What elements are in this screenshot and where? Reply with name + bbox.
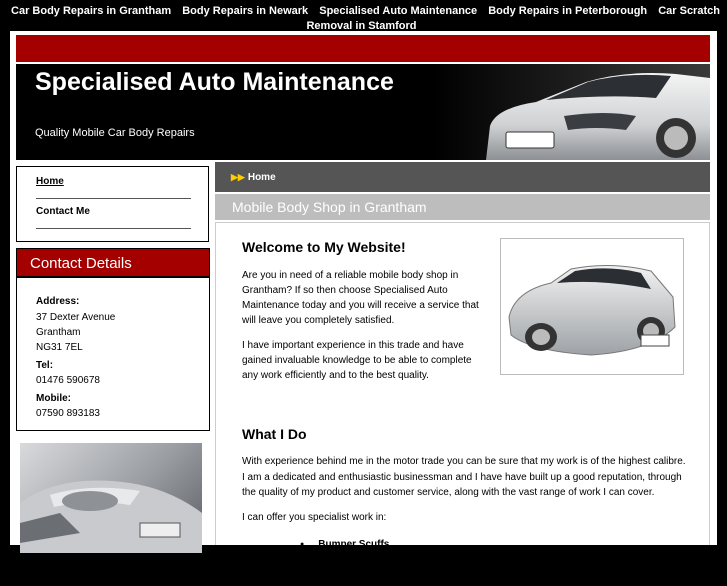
top-navigation: Car Body Repairs in Grantham Body Repair…	[0, 0, 727, 32]
main-content: Welcome to My Website! Are you in need o…	[215, 222, 710, 583]
list-item-label: Alloy Wheel Repairs	[318, 571, 415, 583]
top-nav-link-peterborough[interactable]: Body Repairs in Peterborough	[488, 5, 647, 17]
main-car-photo	[500, 238, 684, 375]
page-frame: Specialised Auto Maintenance Quality Mob…	[10, 31, 717, 583]
sidebar-item-home[interactable]: Home	[36, 176, 64, 187]
what-line: With experience behind me in the motor t…	[242, 456, 686, 467]
address-label: Address:	[36, 296, 80, 307]
tel-value: 01476 590678	[36, 375, 100, 386]
experience-line: I have important experience in this trad…	[242, 340, 464, 351]
top-red-bar	[16, 35, 710, 62]
what-line: the quality of my product and customer s…	[242, 487, 655, 498]
breadcrumb: ▶▶ Home	[215, 162, 710, 192]
sidebar-divider	[36, 228, 191, 229]
list-item-label: Scratch Removal	[318, 555, 400, 567]
site-header: Specialised Auto Maintenance Quality Mob…	[16, 64, 710, 160]
address-line: 37 Dexter Avenue	[36, 312, 116, 323]
list-item: Alloy Wheel Repairs	[300, 570, 414, 586]
site-subtitle: Quality Mobile Car Body Repairs	[35, 127, 195, 139]
address-line: Grantham	[36, 327, 81, 338]
list-item: Bumper Scuffs	[300, 537, 414, 553]
offer-line: I can offer you specialist work in:	[242, 512, 387, 523]
sidebar-item-contact[interactable]: Contact Me	[36, 206, 90, 217]
specialist-list: Bumper Scuffs Scratch Removal Alloy Whee…	[300, 537, 414, 586]
address-line: NG31 7EL	[36, 342, 83, 353]
breadcrumb-home[interactable]: Home	[248, 172, 276, 183]
sidebar-nav: Home Contact Me	[16, 166, 209, 242]
mobile-label: Mobile:	[36, 393, 71, 404]
contact-details-box: Address: 37 Dexter Avenue Grantham NG31 …	[16, 277, 210, 431]
tel-label: Tel:	[36, 360, 54, 371]
site-title: Specialised Auto Maintenance	[35, 68, 394, 96]
contact-details-heading: Contact Details	[16, 248, 210, 277]
top-nav-link-newark[interactable]: Body Repairs in Newark	[182, 5, 308, 17]
mobile-value: 07590 893183	[36, 408, 100, 419]
intro-line: will leave you completely satisfied.	[242, 315, 395, 326]
experience-line: any work efficiently and to the best qua…	[242, 370, 429, 381]
top-nav-link-specialised[interactable]: Specialised Auto Maintenance	[319, 5, 477, 17]
sidebar-car-photo	[20, 443, 202, 553]
page-title: Mobile Body Shop in Grantham	[215, 194, 710, 220]
what-line: I am a dedicated and enthusiastic busine…	[242, 472, 682, 483]
sidebar-divider	[36, 198, 191, 199]
intro-line: Grantham? If so then choose Specialised …	[242, 285, 448, 296]
double-arrow-icon: ▶▶	[231, 172, 245, 182]
top-nav-link-grantham[interactable]: Car Body Repairs in Grantham	[11, 5, 171, 17]
intro-line: Maintenance today and you will receive a…	[242, 300, 479, 311]
what-i-do-heading: What I Do	[242, 426, 307, 442]
welcome-heading: Welcome to My Website!	[242, 239, 406, 255]
experience-line: gained invaluable knowledge to be able t…	[242, 355, 472, 366]
list-item: Scratch Removal	[300, 553, 414, 569]
intro-line: Are you in need of a reliable mobile bod…	[242, 270, 459, 281]
header-car-image	[486, 73, 710, 160]
